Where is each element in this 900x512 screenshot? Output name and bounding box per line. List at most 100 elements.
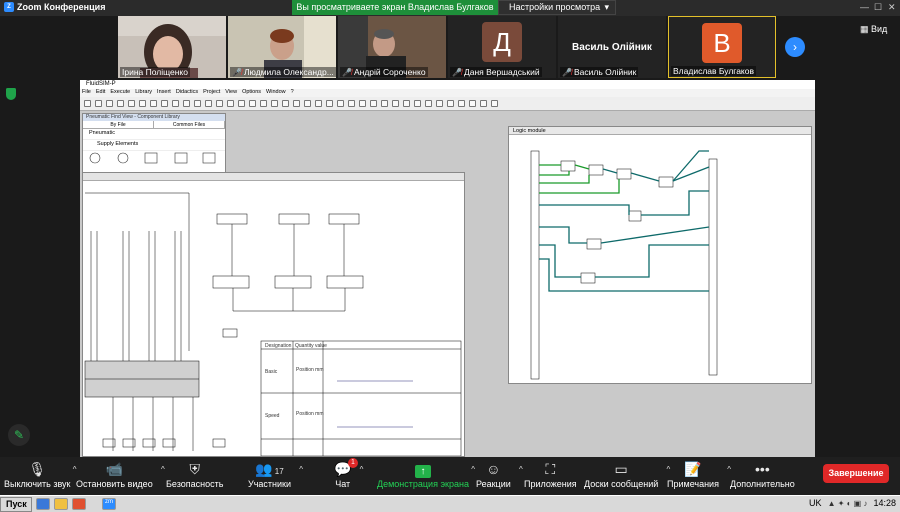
- participant-avatar: Д: [482, 22, 522, 62]
- fluidsim-toolbar-icon[interactable]: [381, 100, 388, 107]
- fluidsim-toolbar-icon[interactable]: [326, 100, 333, 107]
- reactions-button[interactable]: ☺ Реакции ^: [476, 459, 523, 489]
- fluidsim-toolbar-icon[interactable]: [315, 100, 322, 107]
- fluidsim-toolbar-icon[interactable]: [194, 100, 201, 107]
- folder-icon[interactable]: [54, 498, 68, 510]
- fluidsim-toolbar-icon[interactable]: [293, 100, 300, 107]
- chevron-up-icon[interactable]: ^: [161, 465, 165, 474]
- fluidsim-toolbar-icon[interactable]: [128, 100, 135, 107]
- end-meeting-button[interactable]: Завершение: [823, 464, 889, 483]
- fluidsim-toolbar-icon[interactable]: [392, 100, 399, 107]
- fluidsim-toolbar-icon[interactable]: [436, 100, 443, 107]
- fluidsim-toolbar-icon[interactable]: [271, 100, 278, 107]
- fluidsim-toolbar-icon[interactable]: [227, 100, 234, 107]
- chevron-up-icon[interactable]: ^: [519, 465, 523, 474]
- close-icon[interactable]: ✕: [888, 2, 896, 13]
- fluidsim-menu-item[interactable]: Execute: [110, 89, 130, 95]
- more-button[interactable]: ••• Дополнительно: [730, 459, 795, 489]
- fluidsim-toolbar-icon[interactable]: [238, 100, 245, 107]
- chevron-up-icon[interactable]: ^: [299, 465, 303, 474]
- fluidsim-toolbar-icon[interactable]: [304, 100, 311, 107]
- fluidsim-toolbar-icon[interactable]: [117, 100, 124, 107]
- fluidsim-menu-item[interactable]: Library: [135, 89, 152, 95]
- library-row[interactable]: Pneumatic: [83, 129, 225, 140]
- fluidsim-toolbar-icon[interactable]: [337, 100, 344, 107]
- app-title-text: Zoom Конференция: [17, 2, 106, 12]
- fluidsim-toolbar-icon[interactable]: [403, 100, 410, 107]
- fluidsim-toolbar-icon[interactable]: [414, 100, 421, 107]
- zoom-taskbar-icon[interactable]: zm: [102, 498, 116, 510]
- fluidsim-toolbar-icon[interactable]: [447, 100, 454, 107]
- participant-name-text: Василь Олійник: [573, 67, 637, 77]
- fluidsim-toolbar-icon[interactable]: [282, 100, 289, 107]
- participant-tile[interactable]: Д 🎤̸ Даня Вершадський: [448, 16, 556, 78]
- fluidsim-toolbar-icon[interactable]: [370, 100, 377, 107]
- fluidsim-menu-item[interactable]: File: [82, 89, 91, 95]
- participant-name: 🎤̸ Василь Олійник: [560, 67, 639, 77]
- circuit-diagram-window: Designation Quantity value Basic Speed P…: [82, 172, 465, 457]
- participant-tile-active[interactable]: В Владислав Булгаков: [668, 16, 776, 78]
- fluidsim-toolbar-icon[interactable]: [348, 100, 355, 107]
- participant-tile[interactable]: Василь Олійник 🎤̸ Василь Олійник: [558, 16, 666, 78]
- participant-tile[interactable]: 🎤̸ Людмила Олександр...: [228, 16, 336, 78]
- fluidsim-toolbar: [80, 97, 815, 111]
- tab-common-files[interactable]: Common Files: [154, 121, 225, 128]
- fluidsim-toolbar-icon[interactable]: [216, 100, 223, 107]
- video-button[interactable]: 📹 Остановить видео ^: [76, 459, 165, 489]
- chevron-up-icon[interactable]: ^: [471, 465, 475, 474]
- fluidsim-toolbar-icon[interactable]: [491, 100, 498, 107]
- minimize-icon[interactable]: —: [860, 2, 869, 12]
- annotate-pencil-button[interactable]: ✎: [8, 424, 30, 446]
- fluidsim-menu-item[interactable]: Didactics: [176, 89, 198, 95]
- fluidsim-menu-item[interactable]: Insert: [157, 89, 171, 95]
- fluidsim-menu-item[interactable]: ?: [291, 89, 294, 95]
- security-label: Безопасность: [166, 479, 224, 489]
- fluidsim-menu-item[interactable]: Options: [242, 89, 261, 95]
- fluidsim-toolbar-icon[interactable]: [84, 100, 91, 107]
- fluidsim-menu-item[interactable]: Window: [266, 89, 286, 95]
- participant-tile[interactable]: 🎤̸ Андрій Сороченко: [338, 16, 446, 78]
- tab-by-file[interactable]: By File: [83, 121, 154, 128]
- fluidsim-menu-item[interactable]: Project: [203, 89, 220, 95]
- component-library-window: Pneumatic Find View - Component Library …: [82, 113, 226, 173]
- participants-button[interactable]: 👥 17 Участники ^: [248, 459, 303, 489]
- participants-count: 17: [274, 467, 284, 476]
- media-icon[interactable]: [72, 498, 86, 510]
- mute-button[interactable]: 🎙 Выключить звук ^: [4, 459, 77, 489]
- share-screen-button[interactable]: ↑ Демонстрация экрана ^: [377, 459, 475, 489]
- notes-button[interactable]: 📝 Примечания ^: [667, 459, 731, 489]
- view-button[interactable]: ▦ Вид: [860, 24, 887, 35]
- fluidsim-toolbar-icon[interactable]: [458, 100, 465, 107]
- fluidsim-toolbar-icon[interactable]: [425, 100, 432, 107]
- view-options-label: Настройки просмотра: [509, 2, 601, 12]
- shield-icon: ⛨: [189, 461, 200, 477]
- fluidsim-toolbar-icon[interactable]: [469, 100, 476, 107]
- start-button[interactable]: Пуск: [0, 497, 32, 512]
- view-options-dropdown[interactable]: Настройки просмотра ▾: [498, 0, 616, 15]
- whiteboard-button[interactable]: ▭ Доски сообщений ^: [584, 459, 670, 489]
- fluidsim-toolbar-icon[interactable]: [95, 100, 102, 107]
- ie-icon[interactable]: [36, 498, 50, 510]
- fluidsim-toolbar-icon[interactable]: [161, 100, 168, 107]
- fluidsim-toolbar-icon[interactable]: [260, 100, 267, 107]
- maximize-icon[interactable]: ☐: [874, 2, 882, 13]
- fluidsim-toolbar-icon[interactable]: [139, 100, 146, 107]
- fluidsim-toolbar-icon[interactable]: [150, 100, 157, 107]
- chat-button[interactable]: 💬 1 Чат ^: [334, 458, 363, 489]
- fluidsim-toolbar-icon[interactable]: [480, 100, 487, 107]
- library-row[interactable]: Supply Elements: [83, 140, 225, 151]
- fluidsim-toolbar-icon[interactable]: [106, 100, 113, 107]
- language-indicator[interactable]: UK: [809, 498, 822, 508]
- fluidsim-toolbar-icon[interactable]: [172, 100, 179, 107]
- participant-tile[interactable]: Ірина Поліщенко: [118, 16, 226, 78]
- security-button[interactable]: ⛨ Безопасность: [166, 459, 223, 489]
- fluidsim-toolbar-icon[interactable]: [205, 100, 212, 107]
- next-page-button[interactable]: ›: [785, 37, 805, 57]
- fluidsim-menu-item[interactable]: View: [225, 89, 237, 95]
- fluidsim-toolbar-icon[interactable]: [249, 100, 256, 107]
- fluidsim-toolbar-icon[interactable]: [183, 100, 190, 107]
- chevron-up-icon[interactable]: ^: [360, 465, 364, 474]
- fluidsim-toolbar-icon[interactable]: [359, 100, 366, 107]
- fluidsim-menu-item[interactable]: Edit: [96, 89, 105, 95]
- apps-button[interactable]: ⛶ Приложения: [524, 459, 577, 489]
